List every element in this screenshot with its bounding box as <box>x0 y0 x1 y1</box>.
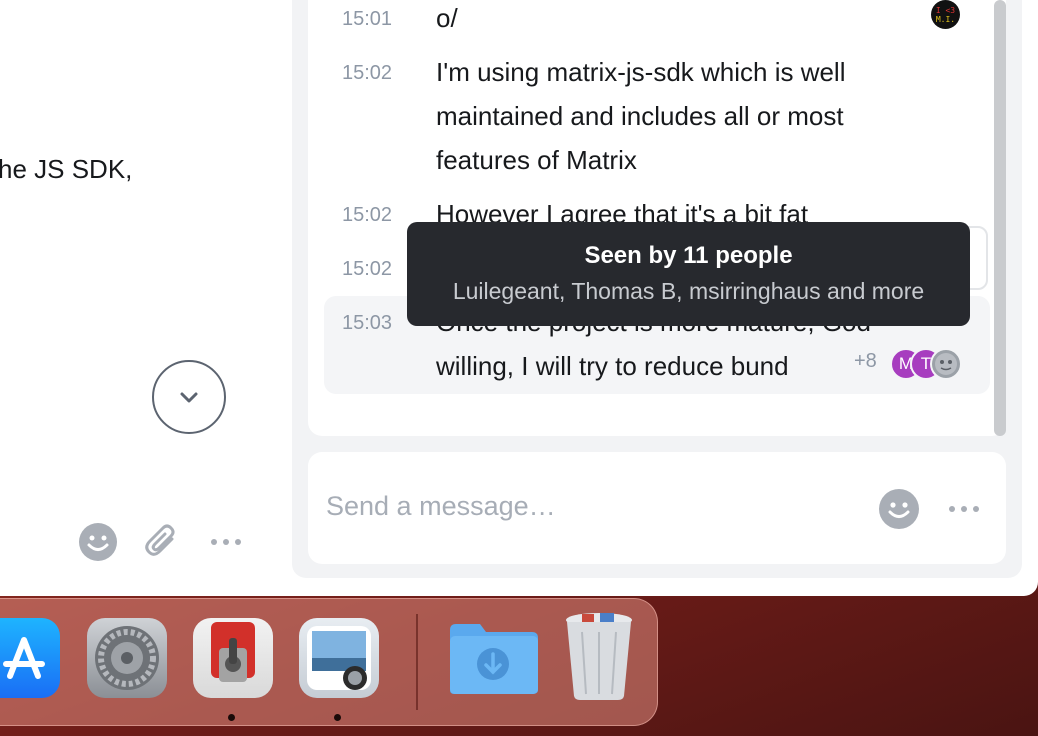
message-timestamp: 15:02 <box>342 62 393 84</box>
dock-preview[interactable] <box>299 618 379 698</box>
left-composer-toolbar <box>0 510 292 596</box>
avatar-text-line: I <3 <box>935 5 956 15</box>
app-window: he JS SDK, 15:01 o/ I <3 M.I. 15:02 I'm … <box>0 0 1038 596</box>
dock-separator <box>416 614 418 710</box>
message-timestamp: 15:01 <box>342 8 393 30</box>
tooltip-title: Seen by 11 people <box>584 242 793 269</box>
message-input[interactable] <box>324 490 848 523</box>
dock-app-store[interactable] <box>0 618 60 698</box>
composer-more-button[interactable] <box>944 490 984 528</box>
tooltip-subtitle: Luilegeant, Thomas B, msirringhaus and m… <box>452 278 925 304</box>
message-timestamp: 15:02 <box>342 204 393 226</box>
message-line: features of Matrix <box>436 145 637 175</box>
attach-button[interactable] <box>142 522 182 562</box>
paperclip-icon <box>145 524 175 556</box>
message-line: maintained and includes all or most <box>436 101 844 131</box>
animal-avatar-icon <box>935 353 957 375</box>
preview-icon <box>307 626 371 690</box>
read-receipts-tooltip: Seen by 11 people Luilegeant, Thomas B, … <box>407 222 970 326</box>
message-composer <box>308 452 1006 564</box>
running-indicator <box>334 714 341 721</box>
dock-system-settings[interactable] <box>87 618 167 698</box>
dock-trash[interactable] <box>560 610 638 702</box>
read-receipt-count[interactable]: +8 <box>854 350 877 373</box>
downloads-folder-icon <box>450 624 538 694</box>
emoji-icon <box>79 523 117 561</box>
left-pane: he JS SDK, <box>0 0 292 596</box>
left-message-snippet: he JS SDK, <box>0 154 133 184</box>
sender-avatar[interactable]: I <3 M.I. <box>931 0 960 29</box>
chevron-down-icon <box>180 392 198 403</box>
gear-icon <box>95 626 159 690</box>
read-receipt-avatar[interactable] <box>930 348 962 380</box>
avatar-text-line: M.I. <box>935 14 956 24</box>
toggle-switch-icon <box>211 622 255 682</box>
more-icon <box>211 539 241 545</box>
dock-downloads-folder[interactable] <box>446 620 540 696</box>
emoji-button[interactable] <box>78 522 118 562</box>
message-line: willing, I will try to reduce bund <box>436 351 789 381</box>
more-icon <box>949 506 979 512</box>
trash-icon <box>566 613 632 700</box>
emoji-icon <box>879 489 919 529</box>
more-options-button[interactable] <box>206 524 246 560</box>
jump-to-latest-button[interactable] <box>152 360 226 434</box>
timeline-scrollbar[interactable] <box>994 0 1006 436</box>
app-store-icon <box>3 637 45 679</box>
message-line: I'm using matrix-js-sdk which is well <box>436 57 846 87</box>
composer-emoji-button[interactable] <box>878 488 920 530</box>
message-body: I'm using matrix-js-sdk which is well ma… <box>436 50 846 182</box>
message-timestamp: 15:03 <box>342 312 393 334</box>
dock-jolt[interactable] <box>193 618 273 698</box>
running-indicator <box>228 714 235 721</box>
message-timestamp: 15:02 <box>342 258 393 280</box>
message-body: o/ <box>436 3 458 33</box>
